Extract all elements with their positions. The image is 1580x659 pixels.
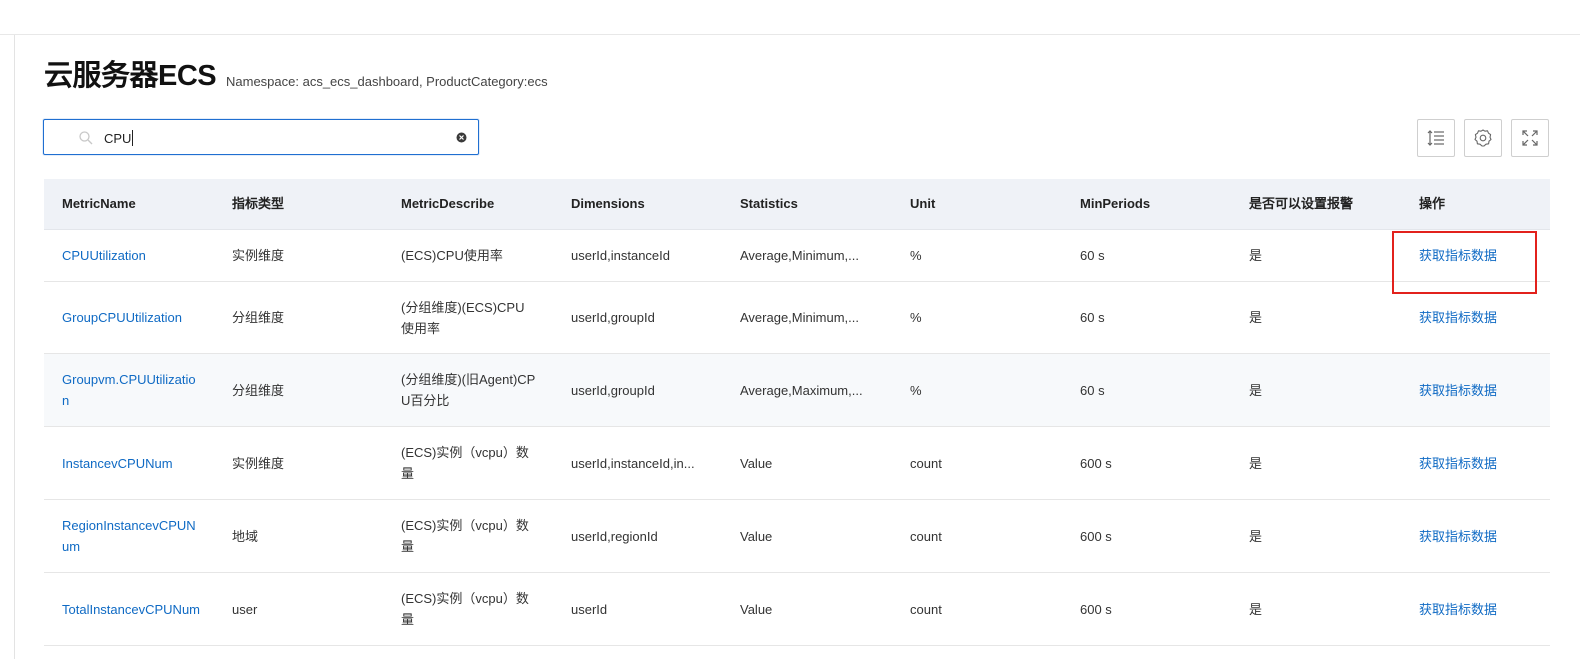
cell-dimensions: userId,groupId [571, 310, 655, 325]
column-header-alarm[interactable]: 是否可以设置报警 [1249, 179, 1353, 229]
cell-action: 获取指标数据 [1419, 282, 1549, 353]
metrics-table: MetricName 指标类型 MetricDescribe Dimension… [44, 179, 1550, 646]
cell-action: 获取指标数据 [1419, 427, 1549, 499]
cell-statistics: Value [740, 601, 773, 617]
column-header-statistics[interactable]: Statistics [740, 179, 798, 229]
cell-metric: Groupvm.CPUUtilization [62, 354, 212, 426]
cell-min-periods: 600 s [1080, 601, 1112, 617]
column-settings-button[interactable] [1417, 119, 1455, 157]
column-header-metricdescribe[interactable]: MetricDescribe [401, 179, 494, 229]
cell-alarm: 是 [1249, 248, 1263, 263]
cell-min-periods: 60 s [1080, 248, 1105, 263]
cell-metric: InstancevCPUNum [62, 427, 222, 499]
get-metric-data-link[interactable]: 获取指标数据 [1419, 526, 1497, 547]
cell-unit: count [910, 455, 942, 471]
get-metric-data-link[interactable]: 获取指标数据 [1419, 599, 1497, 620]
cell-metric: RegionInstancevCPUNum [62, 500, 212, 572]
metric-name-link[interactable]: GroupCPUUtilization [62, 307, 182, 328]
cell-describe: (ECS)CPU使用率 [401, 248, 503, 263]
page-subtitle: Namespace: acs_ecs_dashboard, ProductCat… [226, 74, 548, 89]
table-header: MetricName 指标类型 MetricDescribe Dimension… [44, 179, 1550, 230]
cell-describe: (分组维度)(ECS)CPU使用率 [401, 299, 525, 336]
cell-unit: % [910, 310, 922, 325]
cell-type: 地域 [232, 528, 259, 544]
table-row: RegionInstancevCPUNum 地域 (ECS)实例（vcpu）数量… [44, 500, 1550, 573]
table-row: TotalInstancevCPUNum user (ECS)实例（vcpu）数… [44, 573, 1550, 646]
gear-icon [1474, 129, 1492, 147]
cell-min-periods: 60 s [1080, 310, 1105, 325]
cell-action: 获取指标数据 [1419, 500, 1549, 572]
metric-name-link[interactable]: RegionInstancevCPUNum [62, 515, 200, 557]
get-metric-data-link[interactable]: 获取指标数据 [1419, 307, 1497, 328]
table-row: GroupCPUUtilization 分组维度 (分组维度)(ECS)CPU使… [44, 282, 1550, 354]
cell-metric: CPUUtilization [62, 230, 222, 281]
cell-action: 获取指标数据 [1419, 354, 1549, 426]
cell-min-periods: 600 s [1080, 455, 1112, 471]
top-bar [0, 0, 1580, 35]
cell-dimensions: userId,groupId [571, 382, 655, 398]
cell-metric: GroupCPUUtilization [62, 282, 222, 353]
cell-type: user [232, 601, 258, 617]
cell-unit: count [910, 601, 942, 617]
column-header-unit[interactable]: Unit [910, 179, 935, 229]
metric-name-link[interactable]: Groupvm.CPUUtilization [62, 369, 200, 411]
cell-min-periods: 600 s [1080, 528, 1112, 544]
column-header-metricname[interactable]: MetricName [62, 179, 136, 229]
cell-alarm: 是 [1249, 528, 1263, 544]
cell-statistics: Average,Maximum,... [740, 382, 863, 398]
column-settings-icon [1427, 130, 1444, 146]
metric-name-link[interactable]: TotalInstancevCPUNum [62, 599, 200, 620]
cell-statistics: Value [740, 528, 773, 544]
cell-action: 获取指标数据 [1419, 230, 1549, 281]
text-caret [132, 130, 133, 146]
settings-button[interactable] [1464, 119, 1502, 157]
cell-metric: TotalInstancevCPUNum [62, 573, 212, 645]
sidebar-divider [14, 35, 15, 659]
cell-type: 实例维度 [232, 248, 285, 263]
get-metric-data-link[interactable]: 获取指标数据 [1419, 245, 1497, 266]
cell-describe: (ECS)实例（vcpu）数量 [401, 518, 529, 554]
cell-dimensions: userId [571, 601, 608, 617]
metric-name-link[interactable]: InstancevCPUNum [62, 453, 173, 474]
cell-describe: (分组维度)(旧Agent)CPU百分比 [401, 372, 536, 408]
cell-type: 实例维度 [232, 455, 285, 471]
cell-unit: % [910, 248, 922, 263]
cell-statistics: Average,Minimum,... [740, 248, 859, 263]
cell-statistics: Value [740, 455, 773, 471]
search-icon [79, 131, 93, 145]
metric-name-link[interactable]: CPUUtilization [62, 245, 146, 266]
column-header-minperiods[interactable]: MinPeriods [1080, 179, 1150, 229]
cell-describe: (ECS)实例（vcpu）数量 [401, 591, 529, 627]
table-row: CPUUtilization 实例维度 (ECS)CPU使用率 userId,i… [44, 230, 1550, 282]
cell-describe: (ECS)实例（vcpu）数量 [401, 445, 529, 481]
page-title: 云服务器ECS [44, 60, 217, 92]
cell-min-periods: 60 s [1080, 382, 1105, 398]
cell-dimensions: userId,regionId [571, 528, 658, 544]
cell-dimensions: userId,instanceId [571, 248, 671, 263]
cell-statistics: Average,Minimum,... [740, 310, 859, 325]
cell-alarm: 是 [1249, 310, 1263, 325]
cell-alarm: 是 [1249, 601, 1263, 617]
get-metric-data-link[interactable]: 获取指标数据 [1419, 453, 1497, 474]
search-box[interactable] [43, 119, 479, 155]
table-row: Groupvm.CPUUtilization 分组维度 (分组维度)(旧Agen… [44, 354, 1550, 427]
column-header-dimensions[interactable]: Dimensions [571, 179, 645, 229]
get-metric-data-link[interactable]: 获取指标数据 [1419, 380, 1497, 401]
cell-dimensions: userId,instanceId,in... [571, 455, 695, 471]
cell-alarm: 是 [1249, 455, 1263, 471]
fullscreen-icon [1522, 130, 1538, 146]
cell-unit: count [910, 528, 942, 544]
clear-icon[interactable] [456, 132, 467, 143]
column-header-actions[interactable]: 操作 [1419, 179, 1445, 229]
cell-type: 分组维度 [232, 310, 285, 325]
cell-alarm: 是 [1249, 382, 1263, 398]
table-row: InstancevCPUNum 实例维度 (ECS)实例（vcpu）数量 use… [44, 427, 1550, 500]
cell-type: 分组维度 [232, 382, 285, 398]
fullscreen-button[interactable] [1511, 119, 1549, 157]
column-header-metric-type[interactable]: 指标类型 [232, 179, 284, 229]
search-input[interactable] [104, 127, 444, 149]
cell-unit: % [910, 382, 922, 398]
cell-action: 获取指标数据 [1419, 573, 1549, 645]
